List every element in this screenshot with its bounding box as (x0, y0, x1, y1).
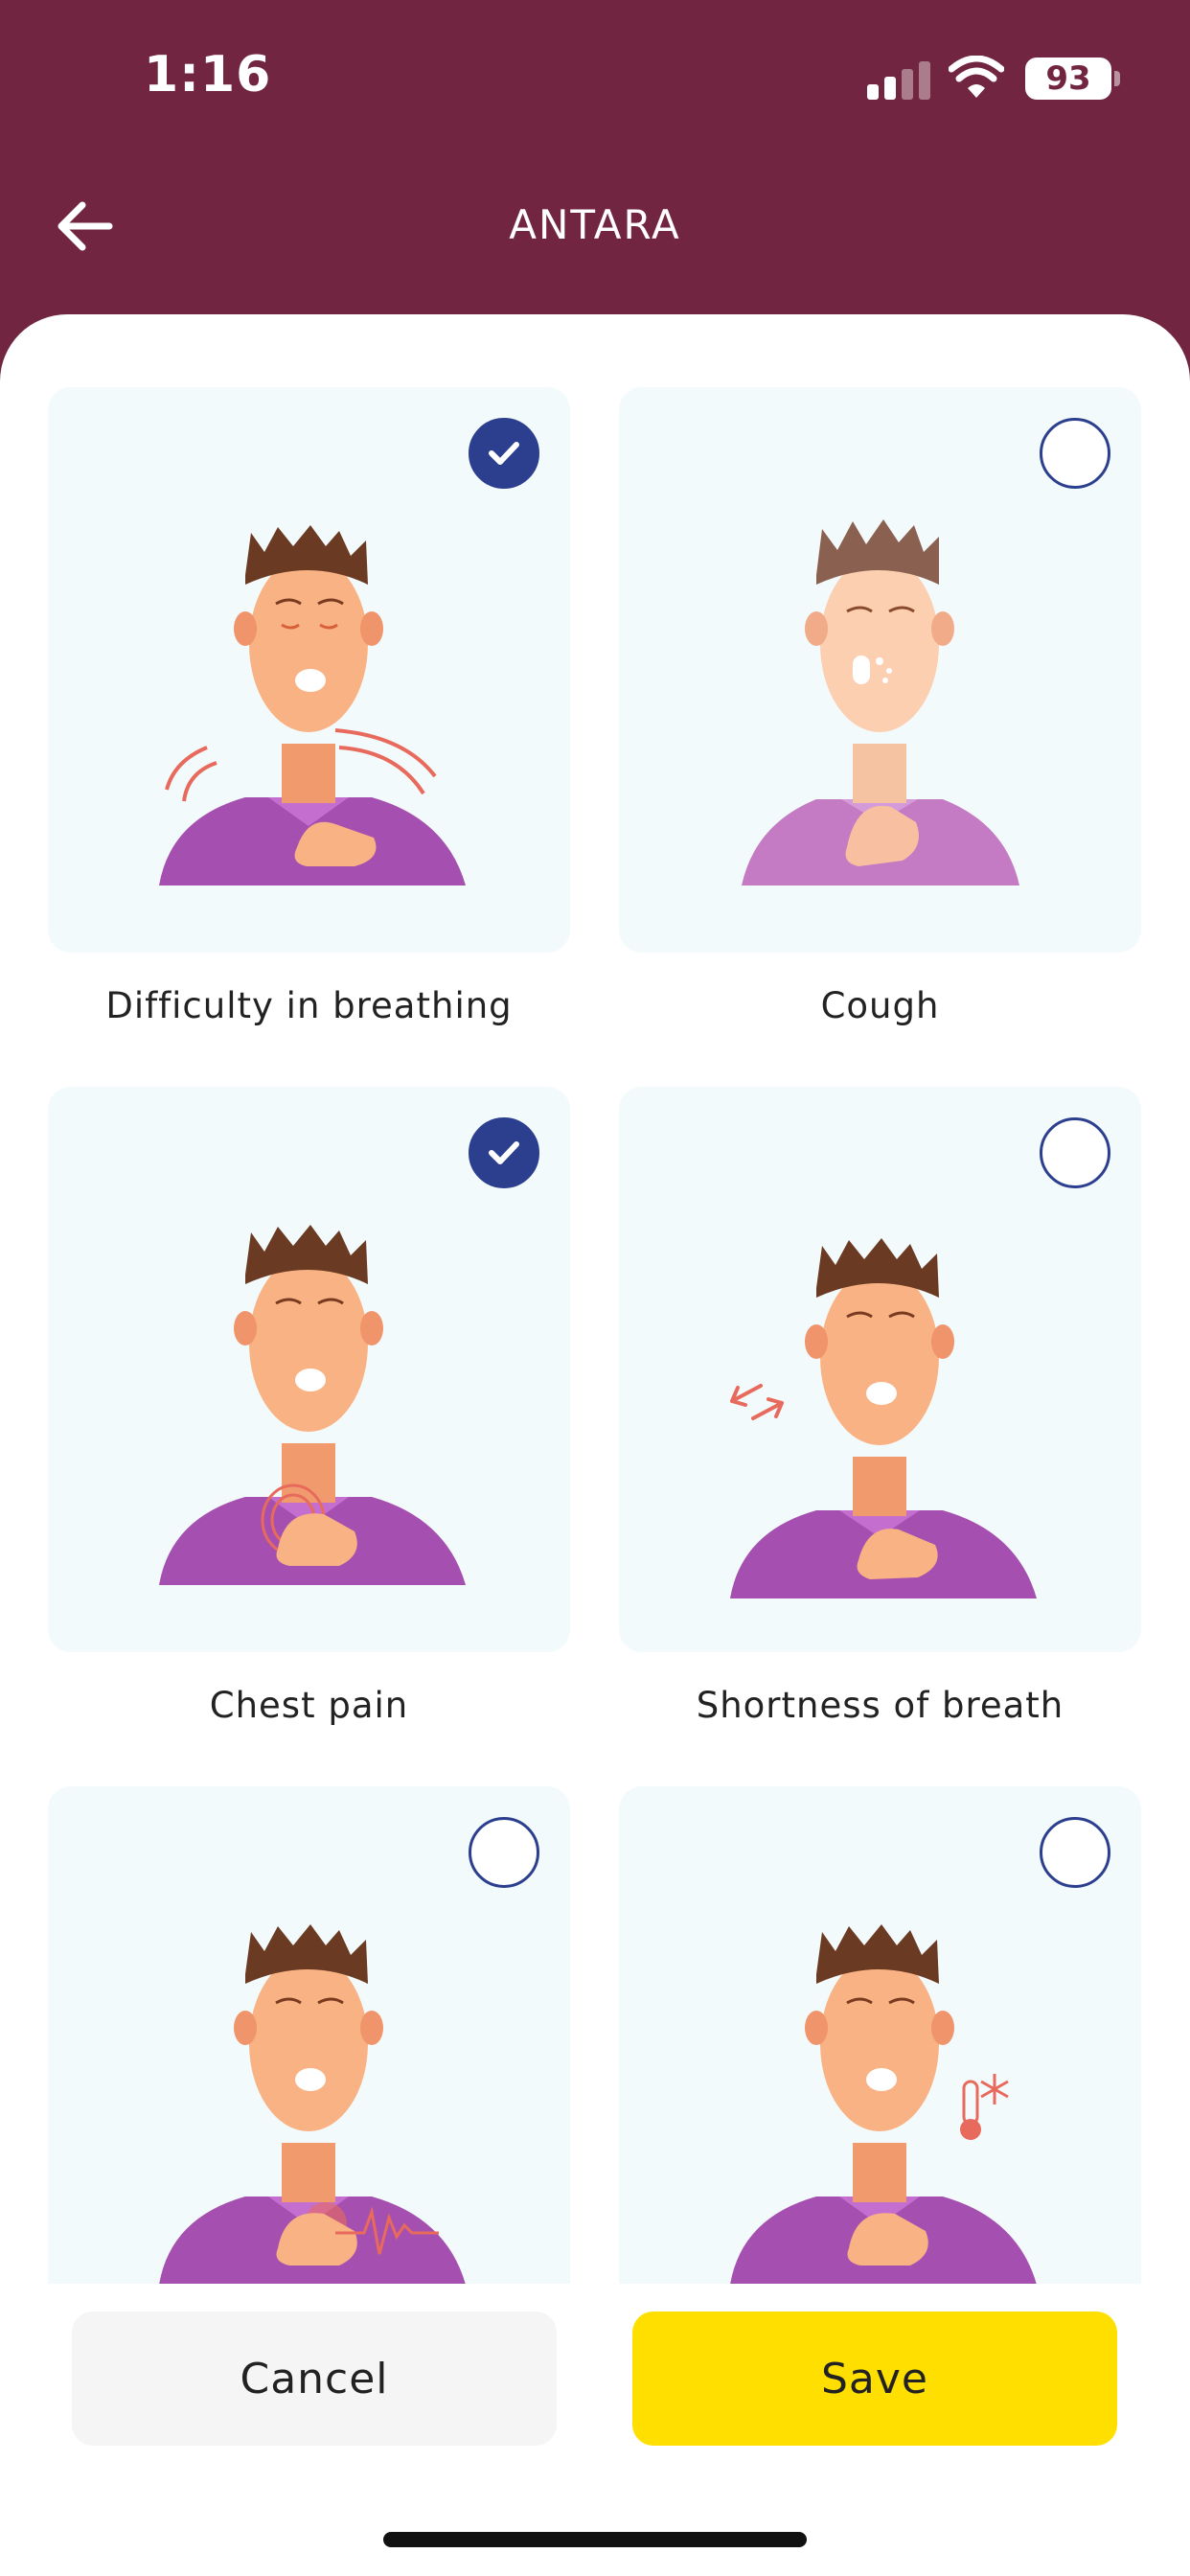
symptom-label: Chest pain (209, 1685, 409, 1726)
symptom-card-palpitations[interactable] (48, 1786, 570, 2284)
symptom-card-fever-chills[interactable] (619, 1786, 1141, 2284)
checkbox-unchecked[interactable] (1040, 1117, 1110, 1188)
symptom-grid[interactable]: Difficulty in breathing Cough Chest pain… (0, 314, 1190, 2284)
battery-icon: 93 (1025, 58, 1111, 100)
symptom-card-cough[interactable] (619, 387, 1141, 953)
status-bar: 1:16 93 (0, 0, 1190, 158)
symptom-card-shortness-of-breath[interactable] (619, 1087, 1141, 1652)
checkmark-icon (489, 1141, 519, 1164)
checkbox-unchecked[interactable] (1040, 1817, 1110, 1888)
save-button[interactable]: Save (632, 2312, 1117, 2446)
symptom-card-difficulty-breathing[interactable] (48, 387, 570, 953)
checkmark-icon (489, 442, 519, 465)
page-title: ANTARA (509, 201, 681, 248)
status-time: 1:16 (144, 46, 272, 104)
symptom-label: Difficulty in breathing (105, 985, 513, 1026)
symptom-label: Shortness of breath (696, 1685, 1064, 1726)
battery-tip (1114, 71, 1120, 86)
cellular-signal-icon (867, 59, 932, 100)
content-sheet: Difficulty in breathing Cough Chest pain… (0, 314, 1190, 2576)
symptom-label: Cough (820, 985, 940, 1026)
wifi-icon (949, 56, 1004, 98)
checkbox-checked[interactable] (469, 1117, 539, 1188)
checkbox-unchecked[interactable] (469, 1817, 539, 1888)
checkbox-checked[interactable] (469, 418, 539, 489)
checkbox-unchecked[interactable] (1040, 418, 1110, 489)
home-indicator (383, 2532, 807, 2547)
cancel-button[interactable]: Cancel (72, 2312, 557, 2446)
symptom-card-chest-pain[interactable] (48, 1087, 570, 1652)
